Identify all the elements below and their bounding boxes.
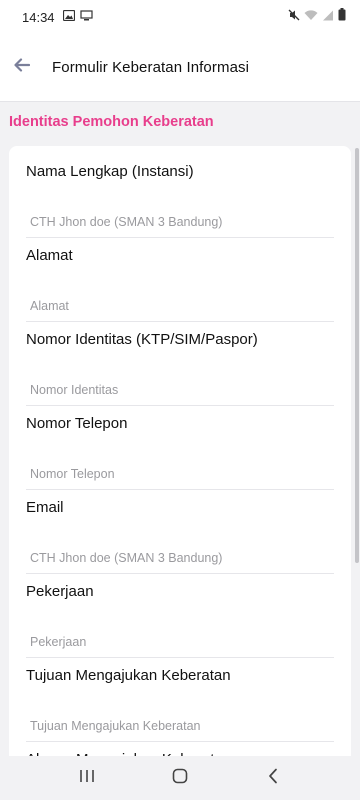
nav-back-button[interactable]	[243, 756, 303, 800]
wifi-icon	[304, 8, 318, 26]
field-label: Nomor Identitas (KTP/SIM/Paspor)	[26, 331, 258, 348]
field-label: Email	[26, 499, 64, 516]
field-label: Pekerjaan	[26, 583, 94, 600]
app-bar: Formulir Keberatan Informasi	[0, 34, 360, 102]
section-title: Identitas Pemohon Keberatan	[9, 114, 214, 130]
recent-apps-icon	[79, 769, 95, 788]
system-nav-bar	[0, 756, 360, 800]
field-nomor-identitas: Nomor Identitas (KTP/SIM/Paspor)	[9, 314, 351, 406]
field-label: Nomor Telepon	[26, 415, 128, 432]
field-label: Nama Lengkap (Instansi)	[26, 163, 194, 180]
field-alamat: Alamat	[9, 230, 351, 322]
image-icon	[62, 8, 75, 26]
field-label: Tujuan Mengajukan Keberatan	[26, 667, 231, 684]
arrow-left-icon	[14, 58, 31, 77]
back-icon	[268, 768, 278, 789]
cast-icon	[79, 8, 93, 26]
form-card: Nama Lengkap (Instansi) Alamat Nomor Ide…	[9, 146, 351, 766]
status-bar: 14:34	[0, 0, 360, 34]
recent-apps-button[interactable]	[57, 756, 117, 800]
scrollbar[interactable]	[355, 148, 359, 563]
field-email: Email	[9, 482, 351, 574]
battery-icon	[338, 8, 346, 26]
status-time: 14:34	[22, 9, 55, 25]
signal-icon	[322, 8, 334, 26]
field-nomor-telepon: Nomor Telepon	[9, 398, 351, 490]
home-button[interactable]	[150, 756, 210, 800]
page-title: Formulir Keberatan Informasi	[52, 59, 250, 76]
field-pekerjaan: Pekerjaan	[9, 566, 351, 658]
field-tujuan: Tujuan Mengajukan Keberatan	[9, 650, 351, 742]
mute-icon	[288, 8, 300, 26]
field-nama-lengkap: Nama Lengkap (Instansi)	[9, 146, 351, 238]
field-label: Alamat	[26, 247, 73, 264]
home-icon	[172, 768, 188, 789]
back-button[interactable]	[0, 46, 44, 90]
